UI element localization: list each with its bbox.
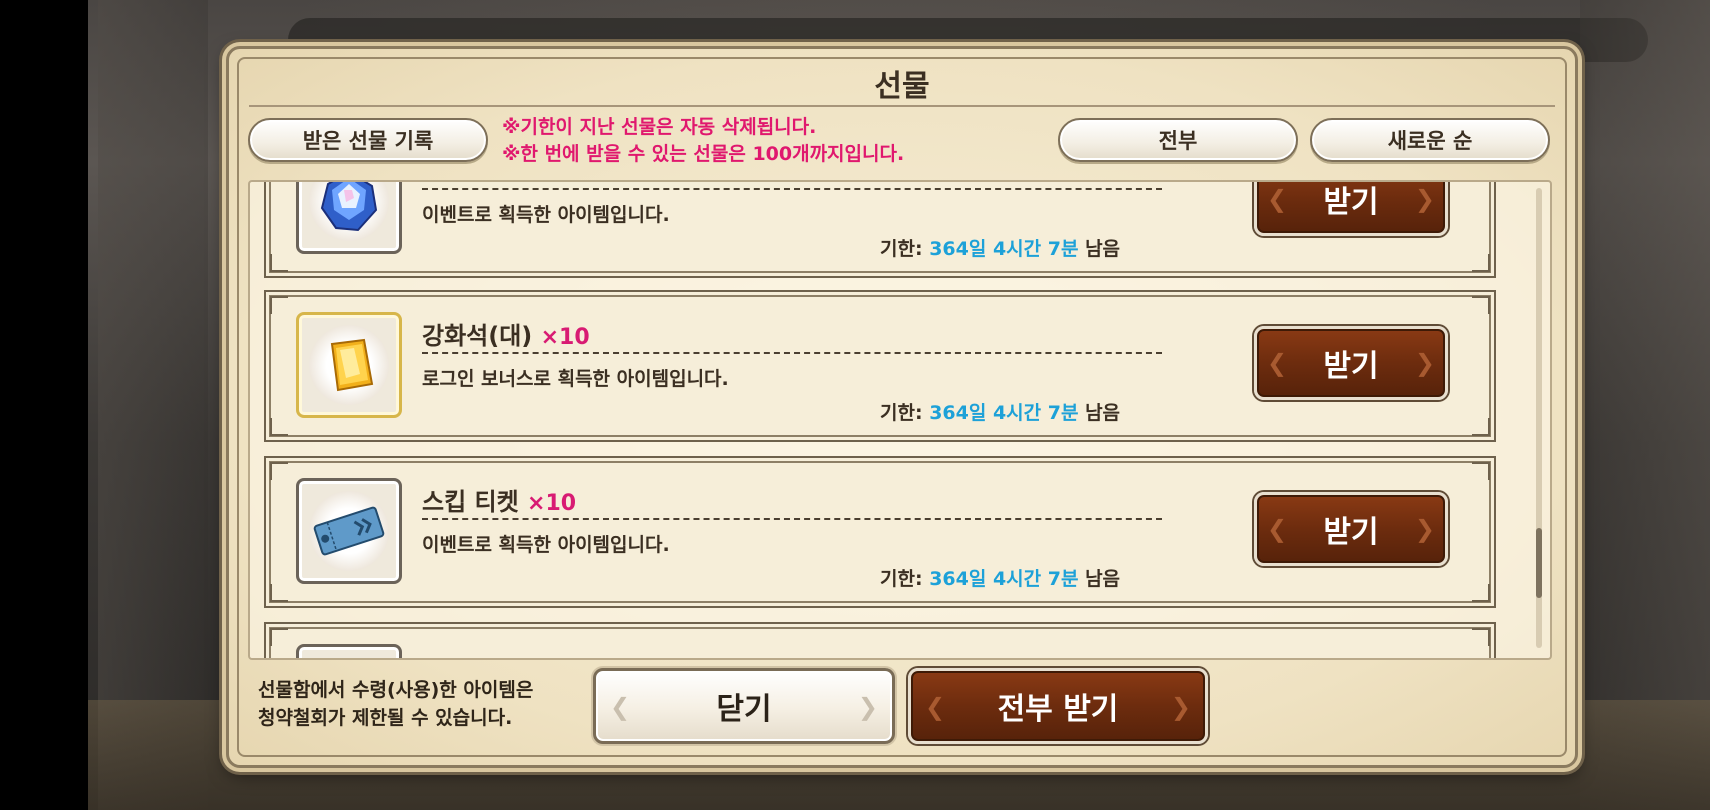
chevron-right-icon: ❯ bbox=[1414, 515, 1435, 543]
item-name: 스킵 티켓 ×10 bbox=[422, 488, 577, 516]
disclaimer-text: 선물함에서 수령(사용)한 아이템은 청약철회가 제한될 수 있습니다. bbox=[258, 676, 533, 732]
sort-newest-button[interactable]: 새로운 순 bbox=[1310, 118, 1550, 162]
chevron-right-icon: ❯ bbox=[857, 693, 878, 721]
card-corner bbox=[1472, 584, 1490, 602]
card-corner bbox=[1472, 418, 1490, 436]
chevron-right-icon: ❯ bbox=[1170, 693, 1191, 721]
background-pillar-left bbox=[98, 0, 208, 810]
chevron-left-icon: ❮ bbox=[610, 693, 631, 721]
claim-button[interactable]: ❮ 받기 ❯ bbox=[1254, 326, 1448, 400]
card-corner bbox=[270, 418, 288, 436]
crystal-gem-icon bbox=[296, 182, 402, 254]
item-icon-frame bbox=[296, 644, 402, 658]
scrollbar-thumb[interactable] bbox=[1536, 528, 1542, 598]
chevron-left-icon: ❮ bbox=[925, 693, 946, 721]
chevron-right-icon: ❯ bbox=[1414, 185, 1435, 213]
card-corner bbox=[1472, 296, 1490, 314]
gift-item bbox=[264, 622, 1496, 658]
item-name: 강화석(대) ×10 bbox=[422, 322, 590, 350]
item-divider bbox=[422, 518, 1162, 520]
title-divider bbox=[249, 105, 1555, 107]
gift-item: 이벤트로 획득한 아이템입니다. 기한: 364일 4시간 7분 남음 ❮ 받기… bbox=[264, 182, 1496, 278]
filter-all-button[interactable]: 전부 bbox=[1058, 118, 1298, 162]
card-corner bbox=[1472, 254, 1490, 272]
chevron-left-icon: ❮ bbox=[1267, 185, 1288, 213]
item-deadline: 기한: 364일 4시간 7분 남음 bbox=[880, 568, 1121, 590]
chevron-left-icon: ❮ bbox=[1267, 349, 1288, 377]
card-corner bbox=[1472, 462, 1490, 480]
gift-item: 스킵 티켓 ×10 이벤트로 획득한 아이템입니다. 기한: 364일 4시간 … bbox=[264, 456, 1496, 608]
close-button[interactable]: ❮ 닫기 ❯ bbox=[593, 668, 895, 744]
item-description: 이벤트로 획득한 아이템입니다. bbox=[422, 204, 670, 226]
card-corner bbox=[270, 628, 288, 646]
notice-limit: ※한 번에 받을 수 있는 선물은 100개까지입니다. bbox=[502, 143, 905, 165]
item-divider bbox=[422, 188, 1162, 190]
card-corner bbox=[270, 584, 288, 602]
disclaimer-line: 청약철회가 제한될 수 있습니다. bbox=[258, 707, 513, 729]
card-corner bbox=[270, 296, 288, 314]
chevron-right-icon: ❯ bbox=[1414, 349, 1435, 377]
item-divider bbox=[422, 352, 1162, 354]
card-corner bbox=[270, 462, 288, 480]
claim-button[interactable]: ❮ 받기 ❯ bbox=[1254, 492, 1448, 566]
gold-ingot-icon bbox=[296, 312, 402, 418]
disclaimer-line: 선물함에서 수령(사용)한 아이템은 bbox=[258, 679, 534, 701]
notice-expiry: ※기한이 지난 선물은 자동 삭제됩니다. bbox=[502, 116, 817, 138]
chevron-left-icon: ❮ bbox=[1267, 515, 1288, 543]
item-description: 로그인 보너스로 획득한 아이템입니다. bbox=[422, 368, 729, 390]
gift-item: 강화석(대) ×10 로그인 보너스로 획득한 아이템입니다. 기한: 364일… bbox=[264, 290, 1496, 442]
card-corner bbox=[270, 254, 288, 272]
item-deadline: 기한: 364일 4시간 7분 남음 bbox=[880, 402, 1121, 424]
item-description: 이벤트로 획득한 아이템입니다. bbox=[422, 534, 670, 556]
gift-history-button[interactable]: 받은 선물 기록 bbox=[248, 118, 488, 162]
list-scrollbar[interactable] bbox=[1536, 188, 1542, 648]
dialog-title: 선물 bbox=[874, 69, 930, 104]
gift-list[interactable]: 이벤트로 획득한 아이템입니다. 기한: 364일 4시간 7분 남음 ❮ 받기… bbox=[248, 180, 1552, 660]
card-corner bbox=[1472, 628, 1490, 646]
claim-button[interactable]: ❮ 받기 ❯ bbox=[1254, 182, 1448, 236]
background-pillar-right bbox=[1580, 0, 1710, 810]
notice-text: ※기한이 지난 선물은 자동 삭제됩니다. ※한 번에 받을 수 있는 선물은 … bbox=[502, 114, 904, 168]
screen: 선물 받은 선물 기록 ※기한이 지난 선물은 자동 삭제됩니다. ※한 번에 … bbox=[0, 0, 1710, 810]
skip-ticket-icon bbox=[296, 478, 402, 584]
claim-all-button[interactable]: ❮ 전부 받기 ❯ bbox=[908, 668, 1208, 744]
item-deadline: 기한: 364일 4시간 7분 남음 bbox=[880, 238, 1121, 260]
